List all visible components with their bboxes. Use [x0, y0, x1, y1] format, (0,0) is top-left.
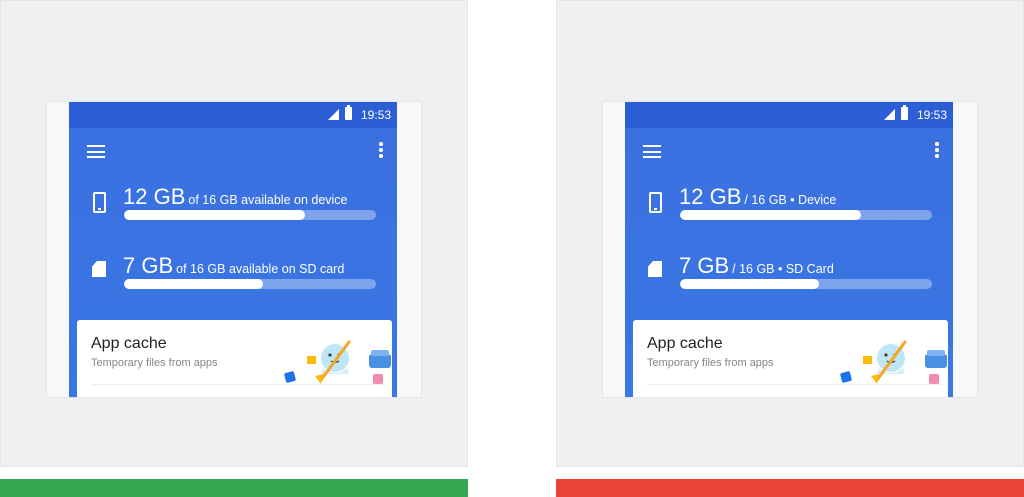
sd-card-icon	[648, 261, 662, 277]
storage-amount: 12 GB	[679, 184, 742, 209]
device-storage-text: 12 GB of 16 GB available on device	[123, 184, 348, 210]
device-storage-row[interactable]: 12 GB of 16 GB available on device	[69, 184, 397, 234]
storage-progress-bar	[680, 210, 932, 220]
cleaning-illustration	[840, 340, 947, 384]
more-vert-icon[interactable]	[935, 142, 939, 158]
sd-storage-text: 7 GB/ 16 GB • SD Card	[679, 253, 834, 279]
battery-icon	[901, 105, 908, 120]
device-storage-row[interactable]: 12 GB/ 16 GB • Device	[625, 184, 953, 234]
storage-caption: / 16 GB • Device	[744, 193, 837, 207]
sd-card-icon	[92, 261, 106, 277]
status-time: 19:53	[360, 108, 391, 122]
storage-caption: of 16 GB available on SD card	[176, 262, 345, 276]
status-time: 19:53	[916, 108, 947, 122]
example-panel-dont: 19:53 12 GB/ 16 GB • Device 7 GB/ 16 GB …	[556, 0, 1024, 467]
cleaning-illustration	[284, 340, 391, 384]
signal-icon	[884, 109, 895, 120]
good-indicator-bar	[0, 479, 468, 497]
menu-icon[interactable]	[87, 145, 105, 158]
storage-progress-bar	[124, 210, 376, 220]
sd-storage-row[interactable]: 7 GB of 16 GB available on SD card	[69, 253, 397, 303]
phone-screen: 19:53 12 GB of 16 GB available on device …	[69, 102, 397, 397]
more-vert-icon[interactable]	[379, 142, 383, 158]
battery-icon	[345, 105, 352, 120]
storage-progress-fill	[680, 210, 862, 220]
card-title: App cache	[91, 335, 167, 352]
storage-caption: / 16 GB • SD Card	[732, 262, 834, 276]
status-bar: 19:53	[625, 102, 953, 128]
sd-storage-text: 7 GB of 16 GB available on SD card	[123, 253, 344, 279]
storage-amount: 12 GB	[123, 184, 186, 209]
storage-amount: 7 GB	[679, 253, 730, 278]
app-cache-card[interactable]: App cache Temporary files from apps	[633, 320, 948, 397]
storage-progress-bar	[680, 279, 932, 289]
storage-progress-bar	[124, 279, 376, 289]
device-storage-text: 12 GB/ 16 GB • Device	[679, 184, 836, 210]
bad-indicator-bar	[556, 479, 1024, 497]
example-panel-do: 19:53 12 GB of 16 GB available on device …	[0, 0, 468, 467]
card-title: App cache	[647, 335, 723, 352]
sd-storage-row[interactable]: 7 GB/ 16 GB • SD Card	[625, 253, 953, 303]
phone-icon	[93, 192, 106, 213]
storage-progress-fill	[124, 210, 306, 220]
signal-icon	[328, 109, 339, 120]
phone-screen: 19:53 12 GB/ 16 GB • Device 7 GB/ 16 GB …	[625, 102, 953, 397]
storage-progress-fill	[680, 279, 819, 289]
app-cache-card[interactable]: App cache Temporary files from apps	[77, 320, 392, 397]
menu-icon[interactable]	[643, 145, 661, 158]
phone-icon	[649, 192, 662, 213]
card-subtitle: Temporary files from apps	[91, 357, 218, 369]
card-subtitle: Temporary files from apps	[647, 357, 774, 369]
status-bar: 19:53	[69, 102, 397, 128]
storage-caption: of 16 GB available on device	[188, 193, 348, 207]
storage-amount: 7 GB	[123, 253, 174, 278]
storage-progress-fill	[124, 279, 263, 289]
